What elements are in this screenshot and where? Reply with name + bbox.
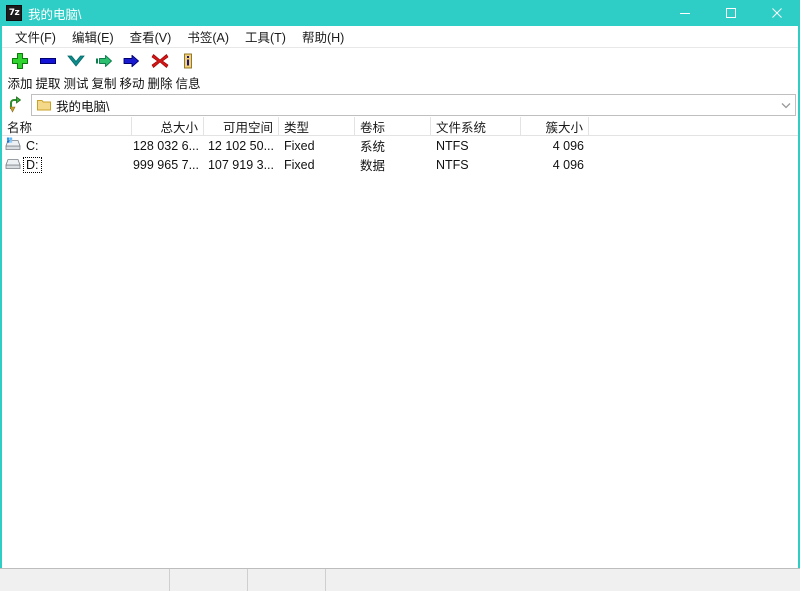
- cell-type: Fixed: [284, 157, 315, 172]
- column-header-volume-label[interactable]: 卷标: [355, 117, 431, 135]
- window-title: 我的电脑\: [28, 7, 82, 22]
- menu-item-edit[interactable]: 编辑(E): [64, 25, 122, 49]
- address-combobox[interactable]: 我的电脑\: [31, 94, 796, 116]
- cell-file-system: NTFS: [436, 157, 469, 172]
- hard-drive-icon: [5, 156, 21, 173]
- cell-volume-label: 数据: [360, 159, 386, 173]
- table-row[interactable]: C: 128 032 6... 12 102 50... Fixed 系统 NT…: [2, 136, 798, 155]
- cell-volume-label: 系统: [360, 140, 386, 154]
- toolbar-button-test[interactable]: 测试: [62, 50, 90, 92]
- title-bar: 7z 我的电脑\: [0, 0, 800, 26]
- window-controls: [662, 0, 800, 26]
- row-name-label: C:: [26, 138, 39, 153]
- maximize-button[interactable]: [708, 0, 754, 26]
- plus-icon: [10, 50, 30, 72]
- address-bar: 我的电脑\: [2, 93, 798, 117]
- toolbar-label-add: 添加: [7, 77, 33, 91]
- up-arrow-folder-icon: [9, 96, 22, 113]
- column-header-name[interactable]: 名称: [2, 117, 132, 135]
- toolbar-button-move[interactable]: 移动: [118, 50, 146, 92]
- column-header-row: 名称 总大小 可用空间 类型 卷标 文件系统 簇大小: [2, 117, 798, 136]
- file-list-view[interactable]: 名称 总大小 可用空间 类型 卷标 文件系统 簇大小 C: 128 032 6.…: [2, 117, 798, 568]
- toolbar-label-test: 测试: [63, 77, 89, 91]
- toolbar-label-extract: 提取: [35, 77, 61, 91]
- cell-free-space: 12 102 50...: [207, 138, 274, 153]
- row-name-label: D:: [23, 156, 42, 173]
- up-one-level-button[interactable]: [6, 95, 28, 116]
- toolbar-label-info: 信息: [175, 77, 201, 91]
- arrow-right-move-icon: [122, 50, 142, 72]
- minimize-button[interactable]: [662, 0, 708, 26]
- table-row[interactable]: D: 999 965 7... 107 919 3... Fixed 数据 NT…: [2, 155, 798, 174]
- menu-item-bookmarks[interactable]: 书签(A): [179, 25, 237, 49]
- arrow-right-copy-icon: [94, 50, 114, 72]
- cell-cluster-size: 4 096: [552, 157, 584, 172]
- column-header-filler: [589, 117, 798, 135]
- cell-file-system: NTFS: [436, 138, 469, 153]
- cell-cluster-size: 4 096: [552, 138, 584, 153]
- title-bar-left: 7z 我的电脑\: [0, 4, 81, 23]
- minus-icon: [38, 50, 58, 72]
- toolbar-label-move: 移动: [119, 77, 145, 91]
- cell-type: Fixed: [284, 138, 315, 153]
- maximize-icon: [726, 8, 736, 18]
- column-header-free-space[interactable]: 可用空间: [204, 117, 279, 135]
- status-pane-info: [326, 569, 800, 591]
- status-pane-size: [170, 569, 248, 591]
- status-pane-selection: [0, 569, 170, 591]
- info-icon: [178, 50, 198, 72]
- column-header-total-size[interactable]: 总大小: [132, 117, 204, 135]
- chevron-down-icon[interactable]: [781, 95, 791, 115]
- toolbar-label-copy: 复制: [91, 77, 117, 91]
- status-pane-count: [248, 569, 326, 591]
- menu-item-file[interactable]: 文件(F): [7, 25, 64, 49]
- app-icon: 7z: [6, 5, 22, 21]
- status-bar: [0, 568, 800, 591]
- menu-item-help[interactable]: 帮助(H): [294, 25, 352, 49]
- address-path-text: 我的电脑\: [56, 99, 110, 114]
- cell-free-space: 107 919 3...: [207, 157, 274, 172]
- cell-name[interactable]: D:: [2, 156, 132, 173]
- close-button[interactable]: [754, 0, 800, 26]
- toolbar: 添加 提取 测试 复制 移动 删除 信息: [2, 48, 798, 93]
- column-header-type[interactable]: 类型: [279, 117, 355, 135]
- close-icon: [772, 8, 782, 18]
- toolbar-button-copy[interactable]: 复制: [90, 50, 118, 92]
- menu-item-tools[interactable]: 工具(T): [237, 25, 294, 49]
- column-header-file-system[interactable]: 文件系统: [431, 117, 521, 135]
- column-header-cluster-size[interactable]: 簇大小: [521, 117, 589, 135]
- cross-icon: [150, 50, 170, 72]
- file-list-rows: C: 128 032 6... 12 102 50... Fixed 系统 NT…: [2, 136, 798, 568]
- menu-bar: 文件(F) 编辑(E) 查看(V) 书签(A) 工具(T) 帮助(H): [2, 26, 798, 48]
- toolbar-button-info[interactable]: 信息: [174, 50, 202, 92]
- toolbar-button-extract[interactable]: 提取: [34, 50, 62, 92]
- minimize-icon: [680, 13, 690, 14]
- toolbar-button-delete[interactable]: 删除: [146, 50, 174, 92]
- cell-total-size: 128 032 6...: [132, 138, 199, 153]
- cell-total-size: 999 965 7...: [132, 157, 199, 172]
- hard-drive-system-icon: [5, 137, 21, 154]
- chevron-down-icon: [66, 50, 86, 72]
- toolbar-label-delete: 删除: [147, 77, 173, 91]
- toolbar-button-add[interactable]: 添加: [6, 50, 34, 92]
- cell-name[interactable]: C:: [2, 137, 132, 154]
- menu-item-view[interactable]: 查看(V): [122, 25, 180, 49]
- seven-zip-file-manager-window: 7z 我的电脑\ 文件(F) 编辑(E) 查看(V) 书签(A) 工具(T) 帮…: [0, 0, 800, 591]
- folder-icon: [37, 99, 51, 111]
